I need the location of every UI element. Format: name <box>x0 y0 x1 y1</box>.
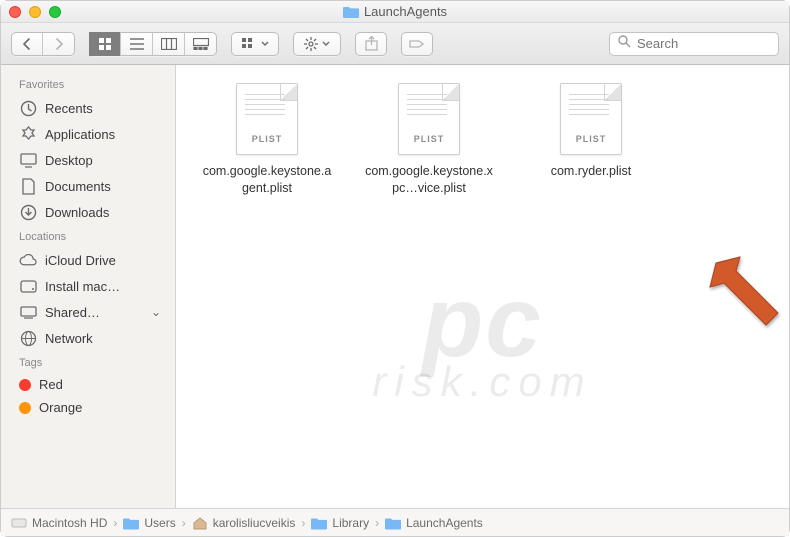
file-browser-content[interactable]: PLIST com.google.keystone.agent.plist PL… <box>176 65 789 508</box>
sidebar-section-tags: Tags <box>11 351 175 373</box>
sidebar-tag-orange[interactable]: Orange <box>11 396 169 419</box>
tag-red-icon <box>19 379 31 391</box>
list-view-button[interactable] <box>121 32 153 56</box>
folder-icon <box>343 5 359 18</box>
sidebar-item-installer[interactable]: Install mac… <box>11 273 169 299</box>
folder-icon <box>385 516 401 530</box>
path-crumb[interactable]: Library <box>311 516 369 530</box>
annotation-arrow-icon <box>708 255 788 345</box>
sidebar: Favorites Recents Applications Desktop D… <box>1 65 176 508</box>
sidebar-item-label: Orange <box>39 400 82 415</box>
action-button[interactable] <box>293 32 341 56</box>
watermark: pc risk.com <box>176 265 789 406</box>
sidebar-item-recents[interactable]: Recents <box>11 95 169 121</box>
path-bar: Macintosh HD › Users › karolisliucveikis… <box>1 508 789 536</box>
arrange-button[interactable] <box>231 32 279 56</box>
tags-button-group <box>401 32 433 56</box>
path-crumb[interactable]: Users <box>123 516 175 530</box>
path-separator: › <box>113 516 117 530</box>
search-icon <box>618 35 631 53</box>
gallery-view-button[interactable] <box>185 32 217 56</box>
sidebar-item-label: Recents <box>45 101 93 116</box>
back-button[interactable] <box>11 32 43 56</box>
action-button-group <box>293 32 341 56</box>
file-name: com.google.keystone.xpc…vice.plist <box>362 163 496 197</box>
globe-icon <box>19 329 37 347</box>
sidebar-item-label: Applications <box>45 127 115 142</box>
sidebar-item-network[interactable]: Network <box>11 325 169 351</box>
apps-icon <box>19 125 37 143</box>
sidebar-item-shared[interactable]: Shared… ⌄ <box>11 299 169 325</box>
desktop-icon <box>19 151 37 169</box>
icloud-icon <box>19 251 37 269</box>
tag-orange-icon <box>19 402 31 414</box>
documents-icon <box>19 177 37 195</box>
minimize-button[interactable] <box>29 6 41 18</box>
icon-view-button[interactable] <box>89 32 121 56</box>
sidebar-item-label: Install mac… <box>45 279 120 294</box>
sidebar-section-favorites: Favorites <box>11 73 175 95</box>
sidebar-item-label: Shared… <box>45 305 100 320</box>
sidebar-item-applications[interactable]: Applications <box>11 121 169 147</box>
plist-file-icon: PLIST <box>236 83 298 155</box>
toolbar <box>1 23 789 65</box>
traffic-lights <box>9 6 61 18</box>
sidebar-tag-red[interactable]: Red <box>11 373 169 396</box>
clock-icon <box>19 99 37 117</box>
view-mode-buttons <box>89 32 217 56</box>
path-separator: › <box>375 516 379 530</box>
tag-icon <box>409 38 425 50</box>
arrange-button-group <box>231 32 279 56</box>
sidebar-item-label: Network <box>45 331 93 346</box>
window-title: LaunchAgents <box>1 4 789 19</box>
path-crumb[interactable]: LaunchAgents <box>385 516 483 530</box>
computer-icon <box>19 303 37 321</box>
titlebar: LaunchAgents <box>1 1 789 23</box>
share-button-group <box>355 32 387 56</box>
column-view-button[interactable] <box>153 32 185 56</box>
file-item[interactable]: PLIST com.google.keystone.agent.plist <box>200 83 334 197</box>
sidebar-item-desktop[interactable]: Desktop <box>11 147 169 173</box>
sidebar-item-label: Documents <box>45 179 111 194</box>
close-button[interactable] <box>9 6 21 18</box>
path-crumb[interactable]: karolisliucveikis <box>192 516 296 530</box>
folder-icon <box>123 516 139 530</box>
gear-icon <box>304 37 318 51</box>
sidebar-item-icloud[interactable]: iCloud Drive <box>11 247 169 273</box>
chevron-down-icon <box>322 41 330 47</box>
folder-icon <box>311 516 327 530</box>
disk-icon <box>19 277 37 295</box>
home-icon <box>192 516 208 530</box>
file-name: com.google.keystone.agent.plist <box>200 163 334 197</box>
chevron-down-icon: ⌄ <box>151 305 163 319</box>
forward-button[interactable] <box>43 32 75 56</box>
search-input[interactable] <box>637 36 770 51</box>
nav-buttons <box>11 32 75 56</box>
chevron-down-icon <box>261 41 269 47</box>
sidebar-item-label: iCloud Drive <box>45 253 116 268</box>
path-separator: › <box>182 516 186 530</box>
plist-file-icon: PLIST <box>560 83 622 155</box>
file-item[interactable]: PLIST com.google.keystone.xpc…vice.plist <box>362 83 496 197</box>
sidebar-item-label: Desktop <box>45 153 93 168</box>
hdd-icon <box>11 516 27 530</box>
sidebar-item-label: Red <box>39 377 63 392</box>
search-field[interactable] <box>609 32 779 56</box>
file-item[interactable]: PLIST com.ryder.plist <box>524 83 658 180</box>
window-title-text: LaunchAgents <box>364 4 447 19</box>
sidebar-item-downloads[interactable]: Downloads <box>11 199 169 225</box>
sidebar-item-documents[interactable]: Documents <box>11 173 169 199</box>
path-separator: › <box>301 516 305 530</box>
plist-file-icon: PLIST <box>398 83 460 155</box>
sidebar-item-label: Downloads <box>45 205 109 220</box>
file-name: com.ryder.plist <box>524 163 658 180</box>
downloads-icon <box>19 203 37 221</box>
sidebar-section-locations: Locations <box>11 225 175 247</box>
tags-button[interactable] <box>401 32 433 56</box>
maximize-button[interactable] <box>49 6 61 18</box>
path-crumb[interactable]: Macintosh HD <box>11 516 107 530</box>
share-button[interactable] <box>355 32 387 56</box>
share-icon <box>365 36 378 51</box>
